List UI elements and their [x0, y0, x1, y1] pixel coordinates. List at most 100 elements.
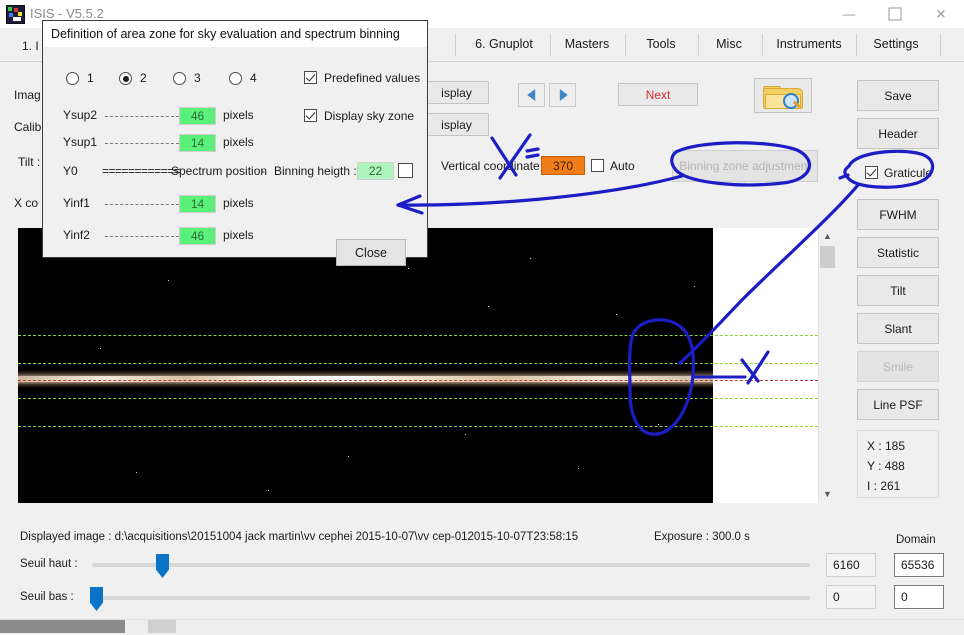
tab-instruments[interactable]: Instruments: [768, 28, 850, 61]
domain-high-value[interactable]: 65536: [894, 553, 944, 577]
tab-settings[interactable]: Settings: [862, 28, 930, 61]
seuil-haut-value[interactable]: 6160: [826, 553, 876, 577]
binning-heigth-label: Binning heigth :: [274, 164, 357, 178]
seuil-bas-label: Seuil bas :: [20, 591, 74, 603]
ysup2-field[interactable]: 46: [179, 107, 216, 125]
maximize-button[interactable]: [872, 0, 918, 28]
auto-label: Auto: [610, 159, 635, 173]
left-label-tilt: Tilt :: [18, 155, 40, 169]
hscrollbar-thumb[interactable]: [0, 620, 125, 633]
dialog-title: Definition of area zone for sky evaluati…: [43, 21, 427, 47]
display-sky-zone-label: Display sky zone: [324, 109, 414, 123]
radio-zone-3-label: 3: [194, 71, 201, 85]
save-button[interactable]: Save: [857, 80, 939, 111]
yinf2-label: Yinf2: [63, 228, 90, 242]
window-horizontal-scrollbar[interactable]: [0, 619, 964, 635]
tab-masters[interactable]: Masters: [556, 28, 618, 61]
y0-dash: -: [261, 164, 265, 178]
smile-button[interactable]: Smile: [857, 351, 939, 382]
minimize-icon: —: [843, 8, 856, 21]
chevron-up-icon[interactable]: ▲: [819, 228, 836, 245]
seuil-haut-slider-thumb[interactable]: [156, 554, 169, 578]
statistic-button[interactable]: Statistic: [857, 237, 939, 268]
ysup2-label: Ysup2: [63, 108, 97, 122]
header-button[interactable]: Header: [857, 118, 939, 149]
image-vertical-scrollbar[interactable]: ▲ ▼: [818, 228, 836, 503]
radio-zone-3[interactable]: [173, 72, 186, 85]
y0-label: Y0: [63, 164, 78, 178]
spectrum-image: [18, 228, 713, 503]
seuil-haut-label: Seuil haut :: [20, 558, 78, 570]
close-icon: ✕: [936, 8, 947, 21]
ysup1-label: Ysup1: [63, 135, 97, 149]
minimize-button[interactable]: —: [826, 0, 872, 28]
isis-logo-icon: [6, 5, 25, 24]
spectrum-core: [18, 376, 713, 382]
tab-tools[interactable]: Tools: [632, 28, 690, 61]
yinf1-field[interactable]: 14: [179, 195, 216, 213]
seuil-bas-value[interactable]: 0: [826, 585, 876, 609]
left-label-xcoord: X co: [14, 196, 38, 210]
vertical-coordinate-field[interactable]: 370: [541, 156, 585, 175]
tab-misc[interactable]: Misc: [704, 28, 754, 61]
auto-checkbox[interactable]: [591, 159, 604, 172]
seuil-haut-slider-track[interactable]: [92, 563, 810, 567]
yinf2-field[interactable]: 46: [179, 227, 216, 245]
pixel-readout-box: X : 185 Y : 488 I : 261: [857, 430, 939, 498]
radio-zone-1-label: 1: [87, 71, 94, 85]
scrollbar-thumb[interactable]: [820, 246, 835, 268]
next-button[interactable]: Next: [618, 83, 698, 106]
seuil-bas-slider-track[interactable]: [92, 596, 810, 600]
maximize-icon: [889, 8, 902, 21]
spectrum-position-label: Spectrum position: [171, 164, 267, 178]
previous-image-button[interactable]: [518, 83, 545, 107]
readout-y: Y : 488: [867, 459, 905, 473]
ysup1-unit: pixels: [223, 135, 254, 149]
radio-zone-2-label: 2: [140, 71, 147, 85]
left-label-step1: 1. I: [22, 39, 39, 53]
radio-zone-1[interactable]: [66, 72, 79, 85]
slant-button[interactable]: Slant: [857, 313, 939, 344]
fwhm-button[interactable]: FWHM: [857, 199, 939, 230]
image-display-panel[interactable]: [18, 228, 818, 503]
vertical-coordinate-label: Vertical coordinate :: [441, 159, 546, 173]
y0-separator: ============: [102, 164, 180, 178]
radio-zone-4[interactable]: [229, 72, 242, 85]
radio-zone-2[interactable]: [119, 72, 132, 85]
close-dialog-button[interactable]: Close: [336, 239, 406, 266]
displayed-image-prefix: Displayed image :: [20, 531, 111, 543]
yinf2-unit: pixels: [223, 228, 254, 242]
graticule-checkbox[interactable]: [865, 166, 878, 179]
tab-gnuplot[interactable]: 6. Gnuplot: [466, 28, 542, 61]
graticule-line-ysup1: [18, 363, 818, 364]
predefined-values-checkbox[interactable]: [304, 71, 317, 84]
left-label-image: Imag: [14, 88, 41, 102]
tilt-button[interactable]: Tilt: [857, 275, 939, 306]
binning-heigth-field[interactable]: 22: [357, 162, 394, 180]
displayed-image-label: Displayed image : d:\acquisitions\201510…: [20, 531, 578, 543]
domain-low-value[interactable]: 0: [894, 585, 944, 609]
display-button-2[interactable]: isplay: [424, 113, 489, 136]
ysup1-field[interactable]: 14: [179, 134, 216, 152]
predefined-values-label: Predefined values: [324, 71, 420, 85]
chevron-down-icon[interactable]: ▼: [819, 486, 836, 503]
exposure-label: Exposure : 300.0 s: [654, 531, 750, 543]
graticule-line-yinf1: [18, 398, 818, 399]
next-image-button[interactable]: [549, 83, 576, 107]
yinf1-unit: pixels: [223, 196, 254, 210]
graticule-label: Graticule: [884, 166, 932, 180]
graticule-line-ysup2: [18, 335, 818, 336]
arrow-left-icon: [527, 89, 535, 101]
line-psf-button[interactable]: Line PSF: [857, 389, 939, 420]
area-zone-dialog: Definition of area zone for sky evaluati…: [42, 20, 428, 258]
binning-zone-adjustment-button[interactable]: Binning zone adjustment: [672, 150, 818, 182]
display-sky-zone-checkbox[interactable]: [304, 109, 317, 122]
display-button-1[interactable]: isplay: [424, 81, 489, 104]
graticule-line-yinf2: [18, 426, 818, 427]
hscrollbar-thumb-secondary[interactable]: [148, 620, 176, 633]
browse-folder-button[interactable]: [754, 78, 812, 113]
close-button[interactable]: ✕: [918, 0, 964, 28]
yinf1-label: Yinf1: [63, 196, 90, 210]
binning-heigth-checkbox[interactable]: [398, 163, 413, 178]
seuil-bas-slider-thumb[interactable]: [90, 587, 103, 611]
